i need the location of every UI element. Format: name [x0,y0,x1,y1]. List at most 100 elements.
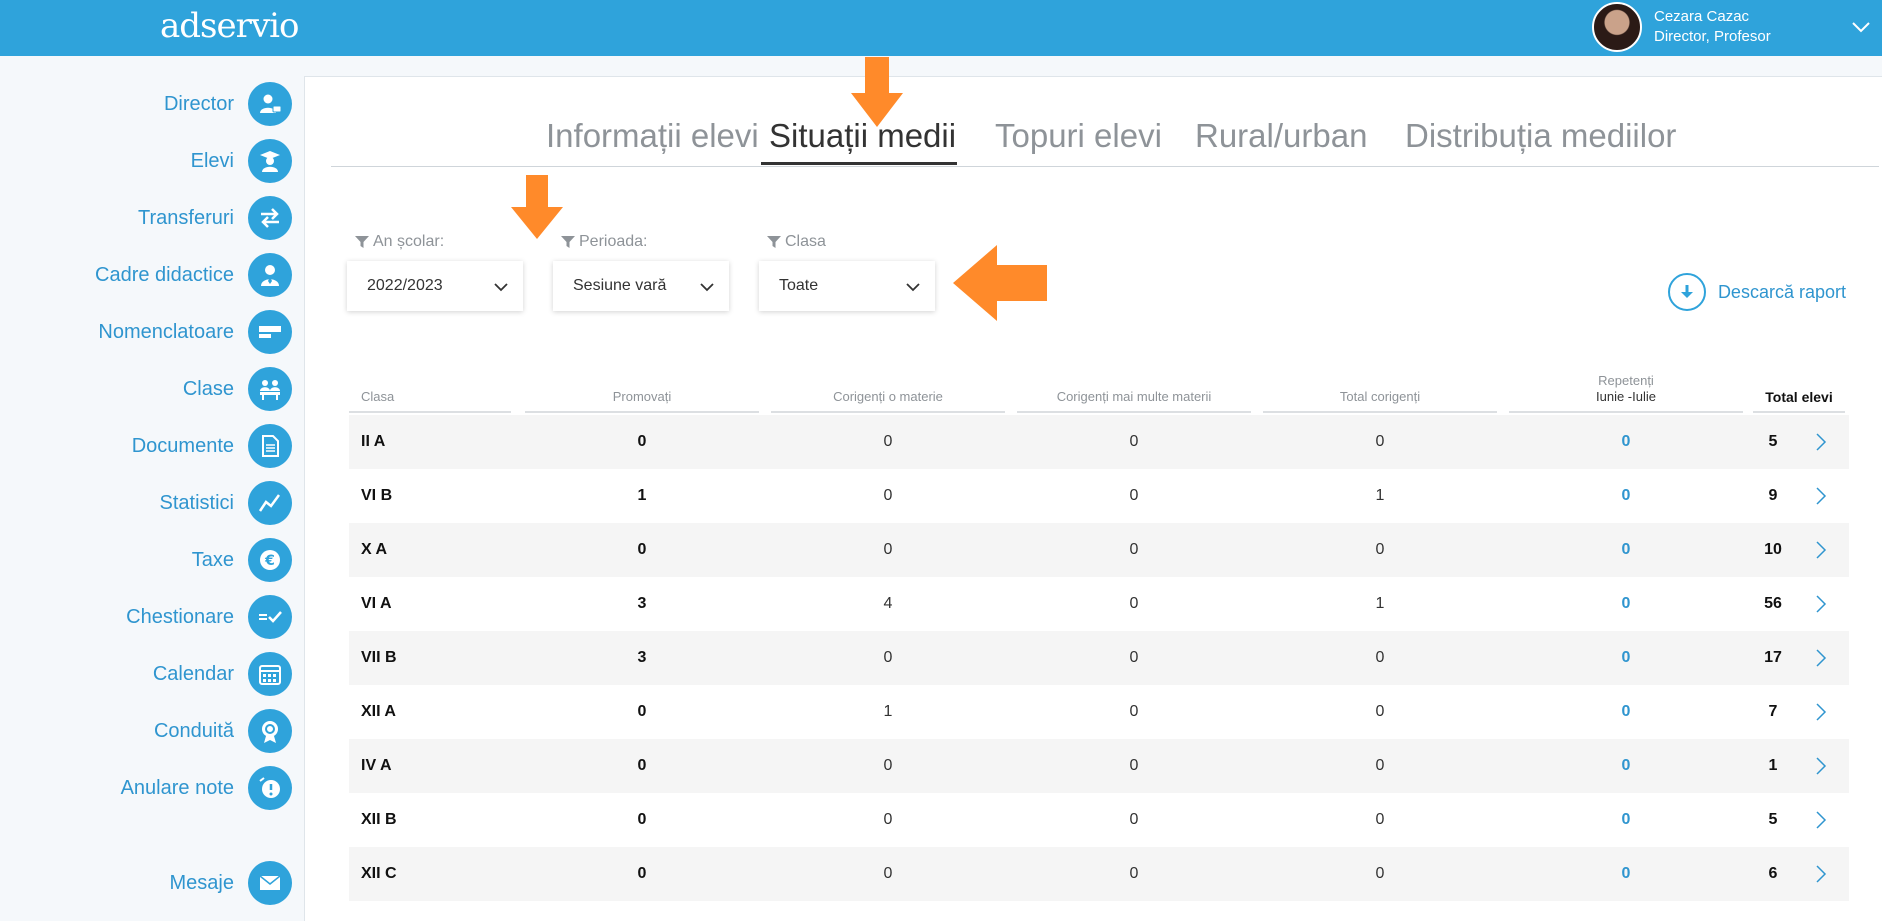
cell-corigenti-mai-multe: 0 [1129,433,1139,450]
filter-period-label: Perioada: [561,233,648,251]
cell-total-corigenti: 0 [1375,865,1385,882]
sidebar-item-transferuri[interactable]: Transferuri [0,194,292,242]
cell-total-elevi: 9 [1768,487,1778,504]
sidebar-item-director[interactable]: Director [0,80,292,128]
sidebar-item-label: Conduită [153,719,234,742]
cell-promovati: 1 [637,487,647,504]
table-row[interactable]: VI A 3 4 0 1 0 56 [349,577,1849,631]
cell-corigenti-mai-multe: 0 [1129,865,1139,882]
chevron-right-icon[interactable] [1811,756,1831,776]
chevron-right-icon[interactable] [1811,594,1831,614]
sidebar-item-chestionare[interactable]: Chestionare [0,593,292,641]
sidebar-item-mesaje[interactable]: Mesaje [0,859,292,907]
avatar[interactable] [1592,2,1642,52]
chevron-down-icon [494,283,508,292]
chevron-right-icon[interactable] [1811,540,1831,560]
col-header-corigenti-o-materie[interactable]: Corigenți o materie [771,389,1005,413]
tab-rural-urban[interactable]: Rural/urban [1195,117,1367,155]
sidebar-item-calendar[interactable]: Calendar [0,650,292,698]
teacher-icon [248,253,292,297]
sidebar-item-statistici[interactable]: Statistici [0,479,292,527]
chevron-down-icon [700,283,714,292]
cell-promovati: 0 [637,757,647,774]
chevron-right-icon[interactable] [1811,432,1831,452]
sidebar-item-cadre-didactice[interactable]: Cadre didactice [0,251,292,299]
col-header-total-corigenti[interactable]: Total corigenți [1263,389,1497,413]
transfer-icon [248,196,292,240]
cell-repetenti: 0 [1621,487,1631,504]
tab-topuri-elevi[interactable]: Topuri elevi [995,117,1162,155]
cell-repetenti: 0 [1621,811,1631,828]
filter-icon [561,236,575,248]
top-bar: adservio Cezara Cazac Director, Profesor [0,0,1882,56]
cell-promovati: 0 [637,433,647,450]
chevron-right-icon[interactable] [1811,864,1831,884]
table-row[interactable]: XII B 0 0 0 0 0 5 [349,793,1849,847]
survey-icon [248,595,292,639]
classroom-icon [248,367,292,411]
table-row[interactable]: VI B 1 0 0 1 0 9 [349,469,1849,523]
chevron-right-icon[interactable] [1811,648,1831,668]
col-header-clasa[interactable]: Clasa [349,389,511,413]
cell-corigenti-o-materie: 4 [883,595,893,612]
sidebar-item-label: Anulare note [120,776,234,799]
chevron-right-icon[interactable] [1811,486,1831,506]
col-header-total-elevi[interactable]: Total elevi [1753,389,1845,413]
cell-corigenti-o-materie: 0 [883,865,893,882]
filter-icon [355,236,369,248]
table-row[interactable]: XII A 0 1 0 0 0 7 [349,685,1849,739]
cell-total-corigenti: 1 [1375,595,1385,612]
filter-class-label: Clasa [767,233,826,251]
table-header: Clasa Promovați Corigenți o materie Cori… [349,373,1849,413]
user-menu[interactable]: Cezara Cazac Director, Profesor [1592,0,1882,56]
tab-informatii-elevi[interactable]: Informații elevi [546,117,759,155]
table-row[interactable]: XII C 0 0 0 0 0 6 [349,847,1849,901]
class-select[interactable]: Toate [759,261,935,311]
annotation-arrow-down-icon [511,175,563,239]
app-logo[interactable]: adservio [160,6,299,46]
year-select[interactable]: 2022/2023 [347,261,523,311]
download-report-button[interactable]: Descarcă raport [1667,273,1846,311]
period-select[interactable]: Sesiune vară [553,261,729,311]
sidebar-item-documente[interactable]: Documente [0,422,292,470]
cell-corigenti-o-materie: 0 [883,811,893,828]
sidebar-item-taxe[interactable]: Taxe € [0,536,292,584]
cell-corigenti-o-materie: 0 [883,649,893,666]
table-row[interactable]: IV A 0 0 0 0 0 1 [349,739,1849,793]
cell-clasa: VI B [361,487,393,504]
cell-promovati: 0 [637,865,647,882]
director-icon [248,82,292,126]
cancel-grade-icon [248,766,292,810]
chevron-right-icon[interactable] [1811,702,1831,722]
filter-icon [767,236,781,248]
col-header-repetenti-period: Iunie -Iulie [1596,389,1656,404]
sidebar-item-label: Mesaje [169,871,234,894]
col-header-corigenti-mai-multe[interactable]: Corigenți mai multe materii [1017,389,1251,413]
sidebar-item-clase[interactable]: Clase [0,365,292,413]
main-panel: Informații elevi Situații medii Topuri e… [304,57,1882,921]
tab-distributia-mediilor[interactable]: Distribuția mediilor [1405,117,1676,155]
sidebar-item-label: Documente [131,434,234,457]
cell-promovati: 0 [637,541,647,558]
cell-clasa: X A [361,541,388,558]
chevron-down-icon[interactable] [1850,16,1872,38]
filter-class-text: Clasa [785,233,826,250]
sidebar-item-conduita[interactable]: Conduită [0,707,292,755]
table-row[interactable]: II A 0 0 0 0 0 5 [349,415,1849,469]
col-header-repetenti[interactable]: Repetenți Iunie -Iulie [1509,373,1743,413]
badge-icon [248,709,292,753]
cell-promovati: 3 [637,649,647,666]
table-row[interactable]: VII B 3 0 0 0 0 17 [349,631,1849,685]
table-row[interactable]: X A 0 0 0 0 0 10 [349,523,1849,577]
document-icon [248,424,292,468]
calendar-icon [248,652,292,696]
chevron-right-icon[interactable] [1811,810,1831,830]
sidebar-item-nomenclatoare[interactable]: Nomenclatoare [0,308,292,356]
cell-clasa: IV A [361,757,392,774]
col-header-promovati[interactable]: Promovați [525,389,759,413]
cell-corigenti-mai-multe: 0 [1129,487,1139,504]
sidebar-item-label: Clase [182,377,234,400]
sidebar-item-elevi[interactable]: Elevi [0,137,292,185]
envelope-icon [248,861,292,905]
sidebar-item-anulare-note[interactable]: Anulare note [0,764,292,812]
